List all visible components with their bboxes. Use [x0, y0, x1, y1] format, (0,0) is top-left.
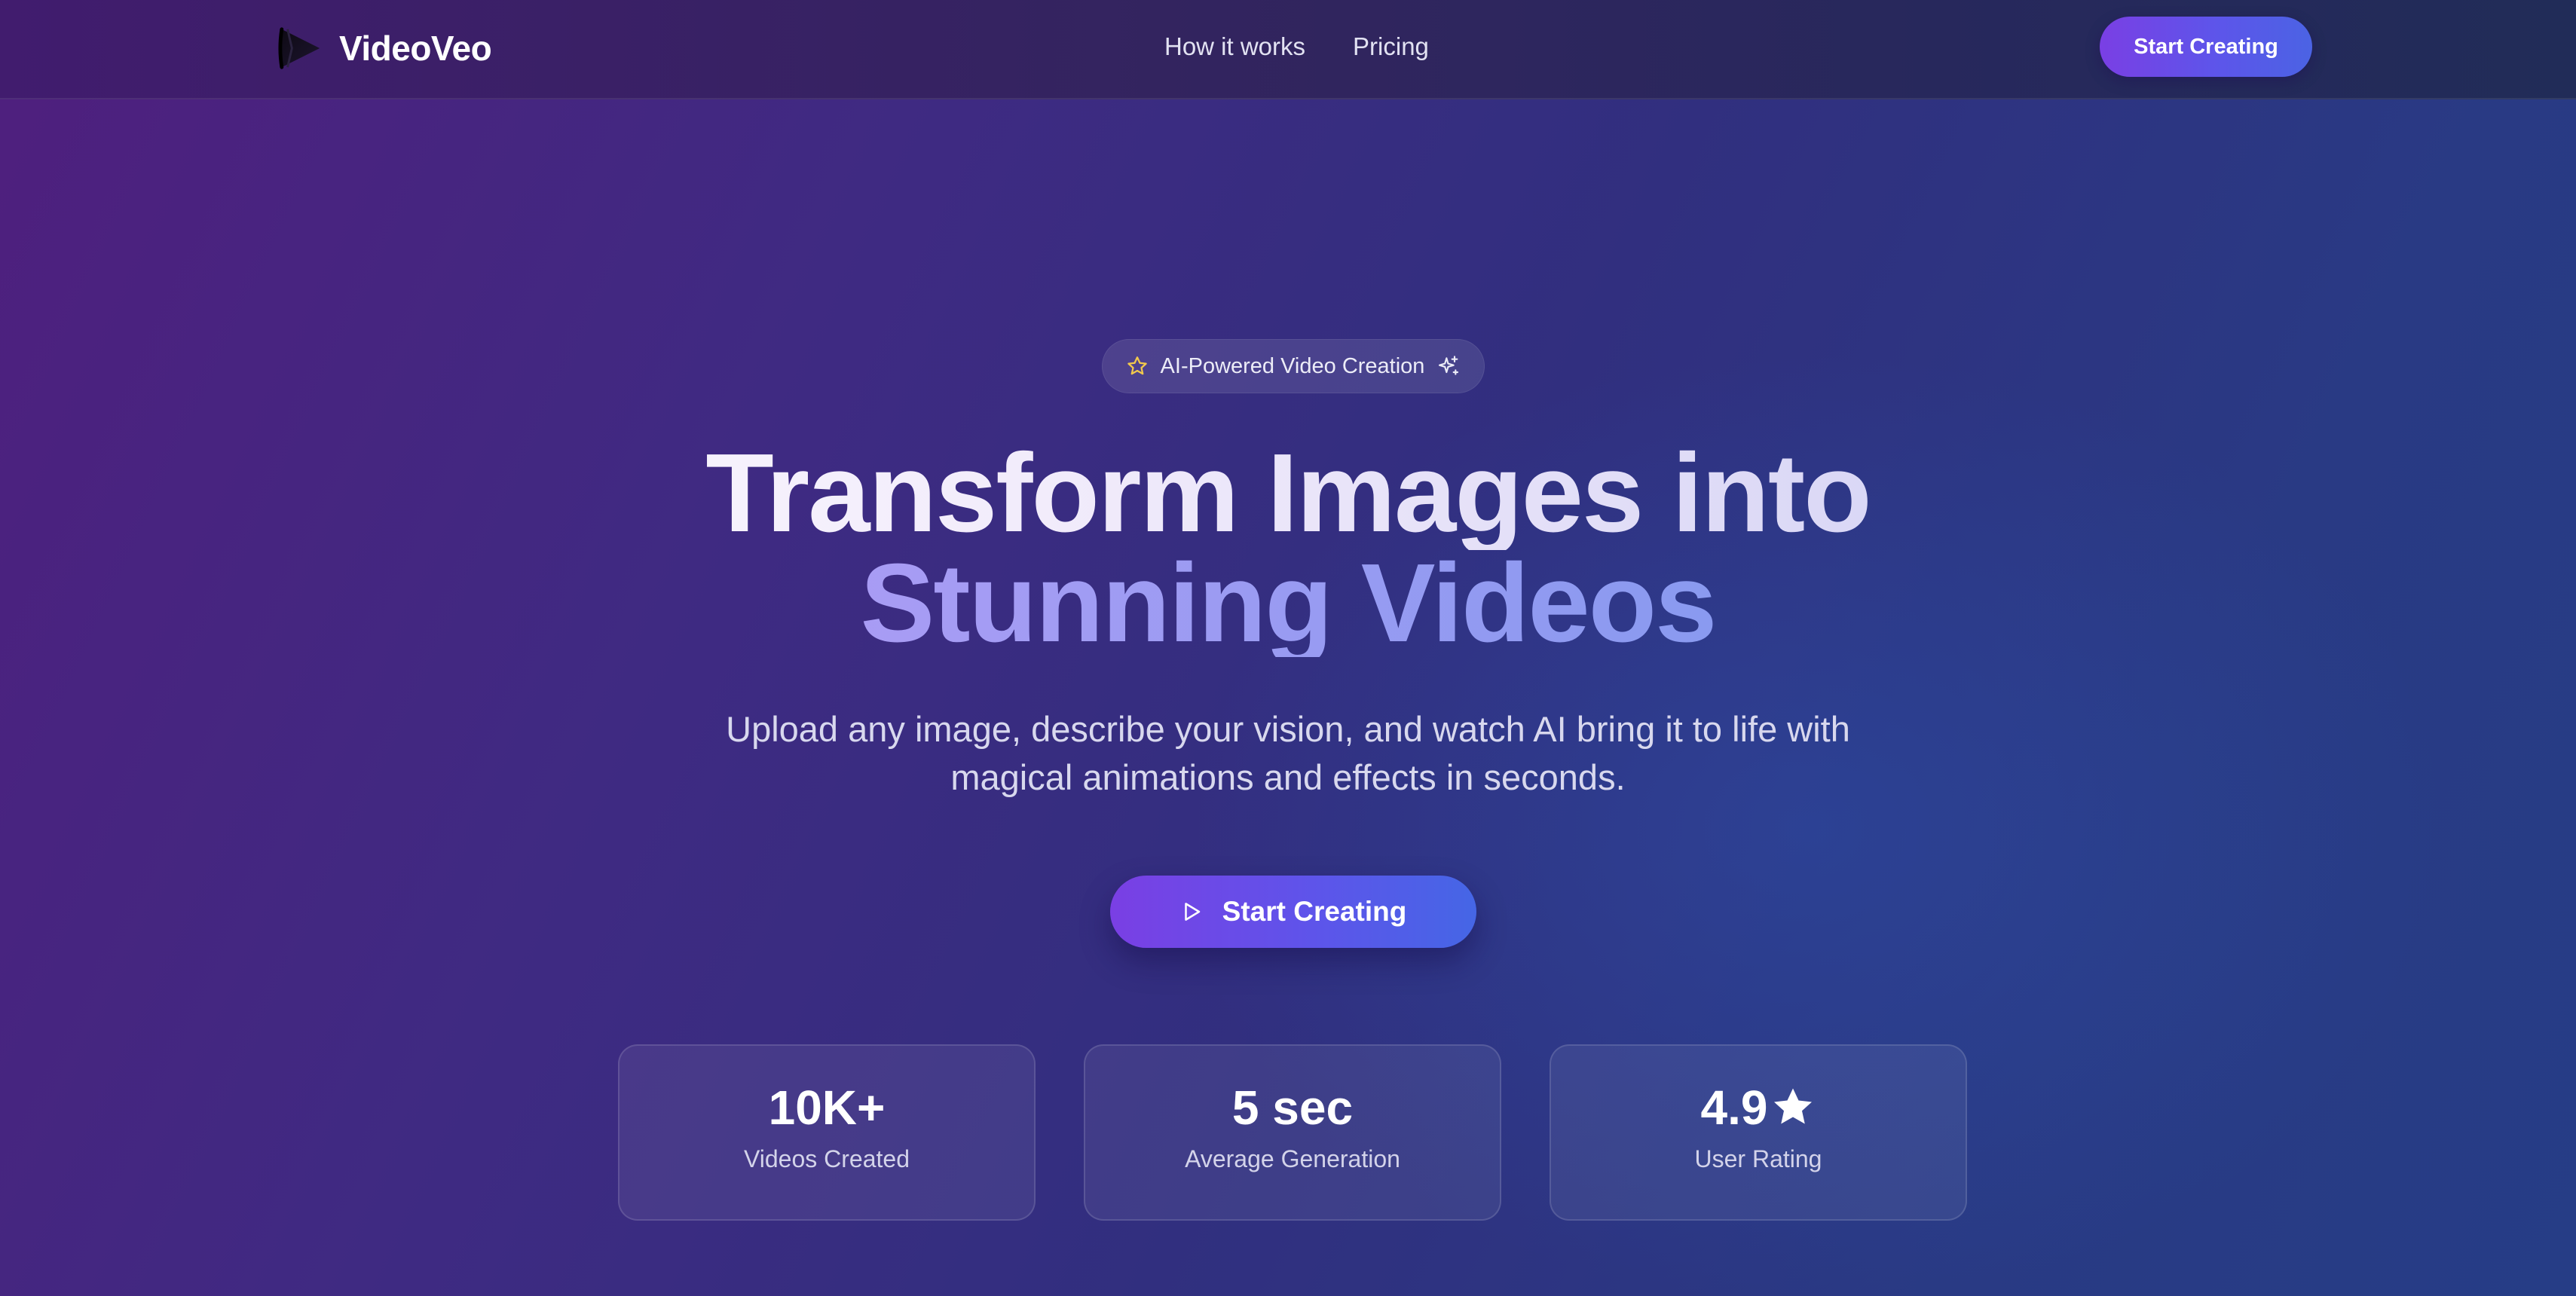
hero-cta-label: Start Creating — [1222, 896, 1407, 927]
sparkles-icon — [1439, 356, 1459, 375]
star-filled-icon — [1774, 1088, 1813, 1124]
headline-line-2: Stunning Videos — [0, 548, 2576, 659]
stat-card-average-generation: 5 sec Average Generation — [1084, 1044, 1501, 1221]
headline-line-1: Transform Images into — [0, 437, 2576, 550]
brand-name: VideoVeo — [339, 29, 492, 68]
stat-label: User Rating — [1694, 1145, 1822, 1172]
stat-label: Videos Created — [744, 1145, 910, 1172]
hero-headline: Transform Images into Stunning Videos — [0, 437, 2576, 659]
nav-links: How it works Pricing — [1164, 29, 1429, 65]
stat-value: 4.9 — [1700, 1081, 1768, 1135]
hero-start-creating-button[interactable]: Start Creating — [1110, 876, 1476, 948]
stat-label: Average Generation — [1185, 1145, 1400, 1172]
badge-text: AI-Powered Video Creation — [1160, 353, 1425, 378]
nav-start-creating-button[interactable]: Start Creating — [2100, 17, 2312, 77]
play-icon — [1184, 903, 1200, 921]
stat-value: 10K+ — [768, 1081, 886, 1135]
stats-row: 10K+ Videos Created 5 sec Average Genera… — [618, 1044, 1969, 1221]
hero-subheadline: Upload any image, describe your vision, … — [726, 709, 1850, 797]
stat-card-videos-created: 10K+ Videos Created — [618, 1044, 1036, 1221]
star-icon — [1127, 356, 1147, 375]
ai-badge: AI-Powered Video Creation — [1102, 339, 1485, 393]
stat-value-with-icon: 4.9 — [1701, 1081, 1816, 1135]
stat-value: 5 sec — [1231, 1081, 1354, 1135]
play-logo-icon — [278, 27, 320, 69]
brand[interactable]: VideoVeo — [277, 24, 492, 72]
nav-link-how-it-works[interactable]: How it works — [1164, 29, 1305, 65]
nav-link-pricing[interactable]: Pricing — [1353, 29, 1429, 65]
top-navbar: VideoVeo How it works Pricing Start Crea… — [0, 0, 2576, 99]
stat-card-user-rating: 4.9 User Rating — [1550, 1044, 1967, 1221]
